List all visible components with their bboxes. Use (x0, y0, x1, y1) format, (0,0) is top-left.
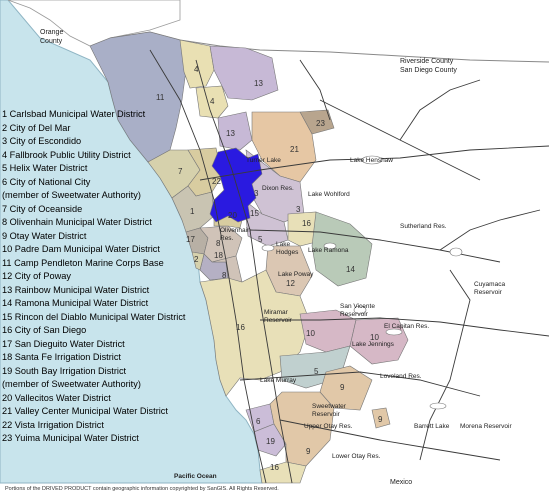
legend-item: 11 Camp Pendleton Marine Corps Base (2, 257, 164, 268)
district-legend: 1 Carlsbad Municipal Water District 2 Cit… (2, 108, 202, 446)
district-number: 9 (306, 447, 311, 456)
sutherland-res-label: Sutherland Res. (400, 223, 447, 230)
morena-res-label: Morena Reservoir (460, 423, 512, 430)
san-vicente-res-label-1: San Vicente (340, 303, 375, 310)
loveland-res-label: Loveland Res. (380, 373, 422, 380)
district-number: 4 (194, 65, 199, 74)
legend-item: 12 City of Poway (2, 271, 71, 281)
district-number: 20 (228, 211, 237, 220)
district-number: 16 (236, 323, 245, 332)
district-number: 11 (156, 93, 165, 102)
legend-item: 21 Valley Center Municipal Water Distric… (2, 406, 168, 416)
district-number: 8 (216, 239, 221, 248)
legend-item: 5 Helix Water District (2, 163, 88, 173)
lake-hodges-label-1: Lake (276, 241, 290, 248)
legend-item: 4 Fallbrook Public Utility District (2, 149, 131, 160)
legend-item: 9 Otay Water District (2, 230, 87, 241)
pacific-ocean-label: Pacific Ocean (174, 473, 217, 480)
olivenhain-res-label-2: Res. (220, 235, 234, 242)
legend-item: 23 Yuima Municipal Water District (2, 433, 139, 443)
copyright-credit: Portions of the DRIVED PRODUCT contain g… (5, 486, 279, 492)
lake-poway-label: Lake Poway (278, 271, 314, 278)
district-number: 16 (302, 219, 311, 228)
riverside-county-label: Riverside County (400, 58, 454, 65)
legend-item: 8 Olivenhain Municipal Water District (2, 217, 152, 227)
district-number: 6 (256, 417, 261, 426)
lake-jennings-label: Lake Jennings (352, 341, 395, 348)
legend-item: 2 City of Del Mar (2, 122, 71, 133)
legend-item: 19 South Bay Irrigation District (2, 365, 127, 376)
district-number: 3 (254, 189, 259, 198)
legend-item: 20 Vallecitos Water District (2, 392, 111, 403)
district-16-san-diego-south (259, 461, 307, 484)
district-number: 19 (266, 437, 275, 446)
orange-county-label-1: Orange (40, 29, 63, 36)
mexico-label: Mexico (390, 479, 412, 486)
legend-item: 13 Rainbow Municipal Water District (2, 284, 150, 295)
district-number: 9 (378, 415, 383, 424)
lake-henshaw-label: Lake Henshaw (350, 157, 393, 164)
district-number: 22 (212, 177, 221, 186)
legend-item: 6 City of National City (2, 176, 91, 187)
district-number: 21 (290, 145, 299, 154)
orange-county-label-2: County (40, 38, 63, 45)
district-number: 15 (250, 209, 259, 218)
district-number: 9 (340, 383, 345, 392)
lake-ramona-label: Lake Ramona (308, 247, 349, 254)
cuyamaca-res-label-2: Reservoir (474, 289, 503, 296)
sweetwater-res-label-2: Reservoir (312, 411, 341, 418)
legend-item: 1 Carlsbad Municipal Water District (2, 109, 146, 119)
san-vicente-res-label-2: Reservoir (340, 311, 369, 318)
legend-item: 18 Santa Fe Irrigation District (2, 352, 121, 362)
district-number: 18 (214, 251, 223, 260)
el-capitan-res-label: El Capitan Res. (384, 323, 429, 330)
district-number: 16 (270, 463, 279, 472)
san-diego-county-label: San Diego County (400, 67, 457, 74)
legend-item: 3 City of Escondido (2, 136, 82, 146)
legend-item: 16 City of San Diego (2, 325, 87, 335)
district-number: 14 (346, 265, 355, 274)
district-number: 4 (210, 97, 215, 106)
legend-item: 7 City of Oceanside (2, 203, 83, 214)
district-number: 5 (314, 367, 319, 376)
dixon-res-label: Dixon Res. (262, 185, 294, 192)
turner-lake-label: Turner Lake (246, 157, 281, 164)
sweetwater-res-label-1: Sweetwater (312, 403, 347, 410)
district-number: 3 (296, 205, 301, 214)
lake-hodges-label-2: Hodges (276, 249, 299, 256)
district-number: 12 (286, 279, 295, 288)
lake-wohlford-label: Lake Wohlford (308, 191, 350, 198)
legend-item: (member of Sweetwater Authority) (2, 379, 141, 389)
legend-item: 17 San Dieguito Water District (2, 338, 125, 349)
olivenhain-res-label-1: Olivenhain (220, 227, 251, 234)
district-number: 5 (258, 235, 263, 244)
district-number: 10 (370, 333, 379, 342)
upper-otay-res-label: Upper Otay Res. (304, 423, 353, 430)
district-number: 23 (316, 119, 325, 128)
legend-item: 15 Rincon del Diablo Municipal Water Dis… (2, 311, 186, 322)
legend-item: (member of Sweetwater Authority) (2, 190, 141, 200)
district-number: 8 (222, 271, 227, 280)
legend-item: 10 Padre Dam Municipal Water District (2, 244, 160, 254)
barrett-lake-label: Barrett Lake (414, 423, 450, 430)
district-number: 13 (226, 129, 235, 138)
district-13-rainbow-south (217, 111, 253, 151)
miramar-res-label-1: Miramar (264, 309, 289, 316)
legend-item: 14 Ramona Municipal Water District (2, 298, 149, 308)
district-number: 13 (254, 79, 263, 88)
district-number: 10 (306, 329, 315, 338)
lower-otay-res-label: Lower Otay Res. (332, 453, 381, 460)
cuyamaca-res-label-1: Cuyamaca (474, 281, 505, 288)
miramar-res-label-2: Reservoir (264, 317, 293, 324)
water-district-map: Orange County Riverside County San Diego… (0, 0, 549, 497)
legend-item: 22 Vista Irrigation District (2, 419, 104, 430)
lake-murray-label: Lake Murray (260, 377, 297, 384)
